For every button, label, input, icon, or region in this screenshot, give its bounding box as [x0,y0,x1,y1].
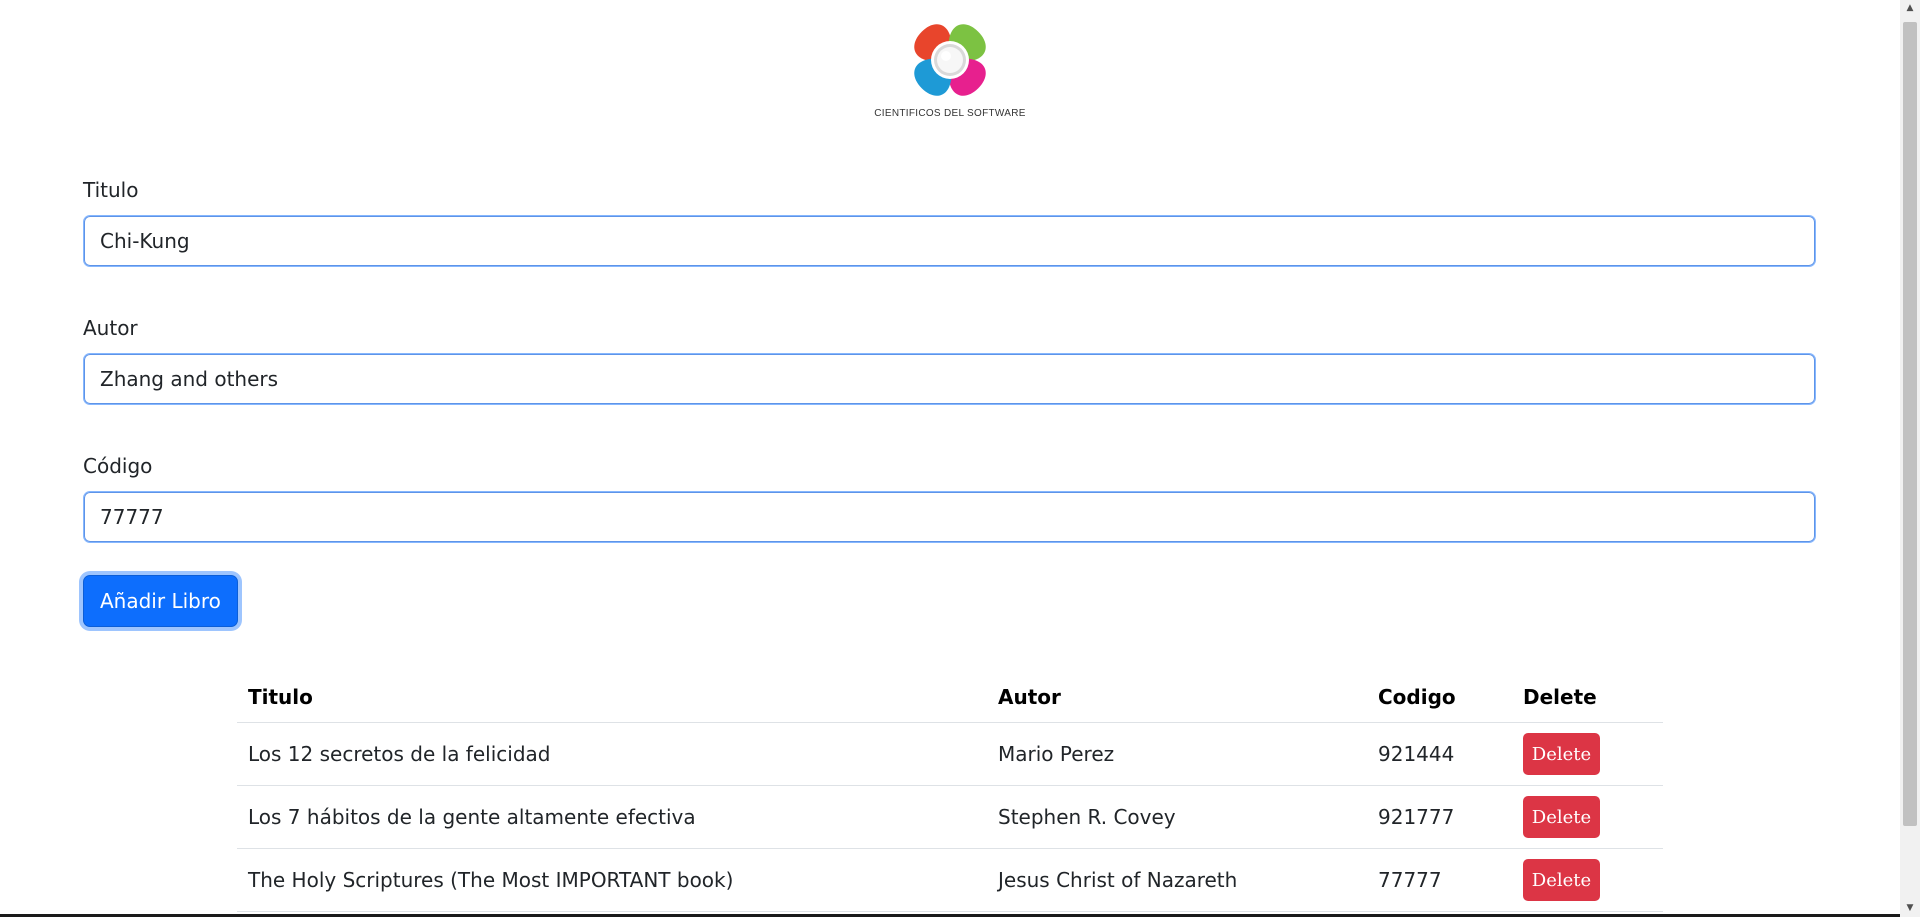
cell-titulo: Los 7 hábitos de la gente altamente efec… [237,785,987,849]
titulo-field-group: Titulo [83,178,1816,267]
cell-autor: Stephen R. Covey [987,785,1367,849]
cell-codigo: 921444 [1367,722,1512,786]
scroll-down-arrow-icon[interactable]: ▼ [1900,900,1920,917]
table-row: Los 12 secretos de la felicidad Mario Pe… [237,722,1663,786]
codigo-input[interactable] [83,491,1816,543]
logo-caption: CIENTIFICOS DEL SOFTWARE [874,108,1026,119]
table-row: The Holy Scriptures (The Most IMPORTANT … [237,848,1663,912]
scroll-up-arrow-icon[interactable]: ▲ [1900,0,1920,17]
table-header-row: Titulo Autor Codigo Delete [237,672,1663,723]
column-header-codigo: Codigo [1367,672,1512,723]
books-table-container: Titulo Autor Codigo Delete Los 12 secret… [237,672,1663,912]
autor-input[interactable] [83,353,1816,405]
add-book-button[interactable]: Añadir Libro [83,575,238,627]
cell-delete: Delete [1512,785,1663,849]
delete-button[interactable]: Delete [1523,733,1600,775]
codigo-label: Código [83,454,153,478]
autor-label: Autor [83,316,138,340]
cell-codigo: 77777 [1367,848,1512,912]
cell-titulo: Los 12 secretos de la felicidad [237,722,987,786]
company-logo: CIENTIFICOS DEL SOFTWARE [870,18,1030,128]
cell-codigo: 921777 [1367,785,1512,849]
cell-delete: Delete [1512,722,1663,786]
column-header-delete: Delete [1512,672,1663,723]
table-row: Los 7 hábitos de la gente altamente efec… [237,785,1663,849]
column-header-autor: Autor [987,672,1367,723]
vertical-scrollbar[interactable]: ▲ ▼ [1900,0,1920,917]
cell-autor: Mario Perez [987,722,1367,786]
codigo-field-group: Código [83,454,1816,543]
column-header-titulo: Titulo [237,672,987,723]
logo-mark-icon [914,24,986,96]
delete-button[interactable]: Delete [1523,796,1600,838]
titulo-input[interactable] [83,215,1816,267]
delete-button[interactable]: Delete [1523,859,1600,901]
cell-delete: Delete [1512,848,1663,912]
cell-autor: Jesus Christ of Nazareth [987,848,1367,912]
books-table: Titulo Autor Codigo Delete Los 12 secret… [237,672,1663,912]
cell-titulo: The Holy Scriptures (The Most IMPORTANT … [237,848,987,912]
autor-field-group: Autor [83,316,1816,405]
titulo-label: Titulo [83,178,139,202]
add-book-form: Titulo Autor Código Añadir Libro [83,178,1816,627]
scrollbar-thumb[interactable] [1903,22,1917,826]
